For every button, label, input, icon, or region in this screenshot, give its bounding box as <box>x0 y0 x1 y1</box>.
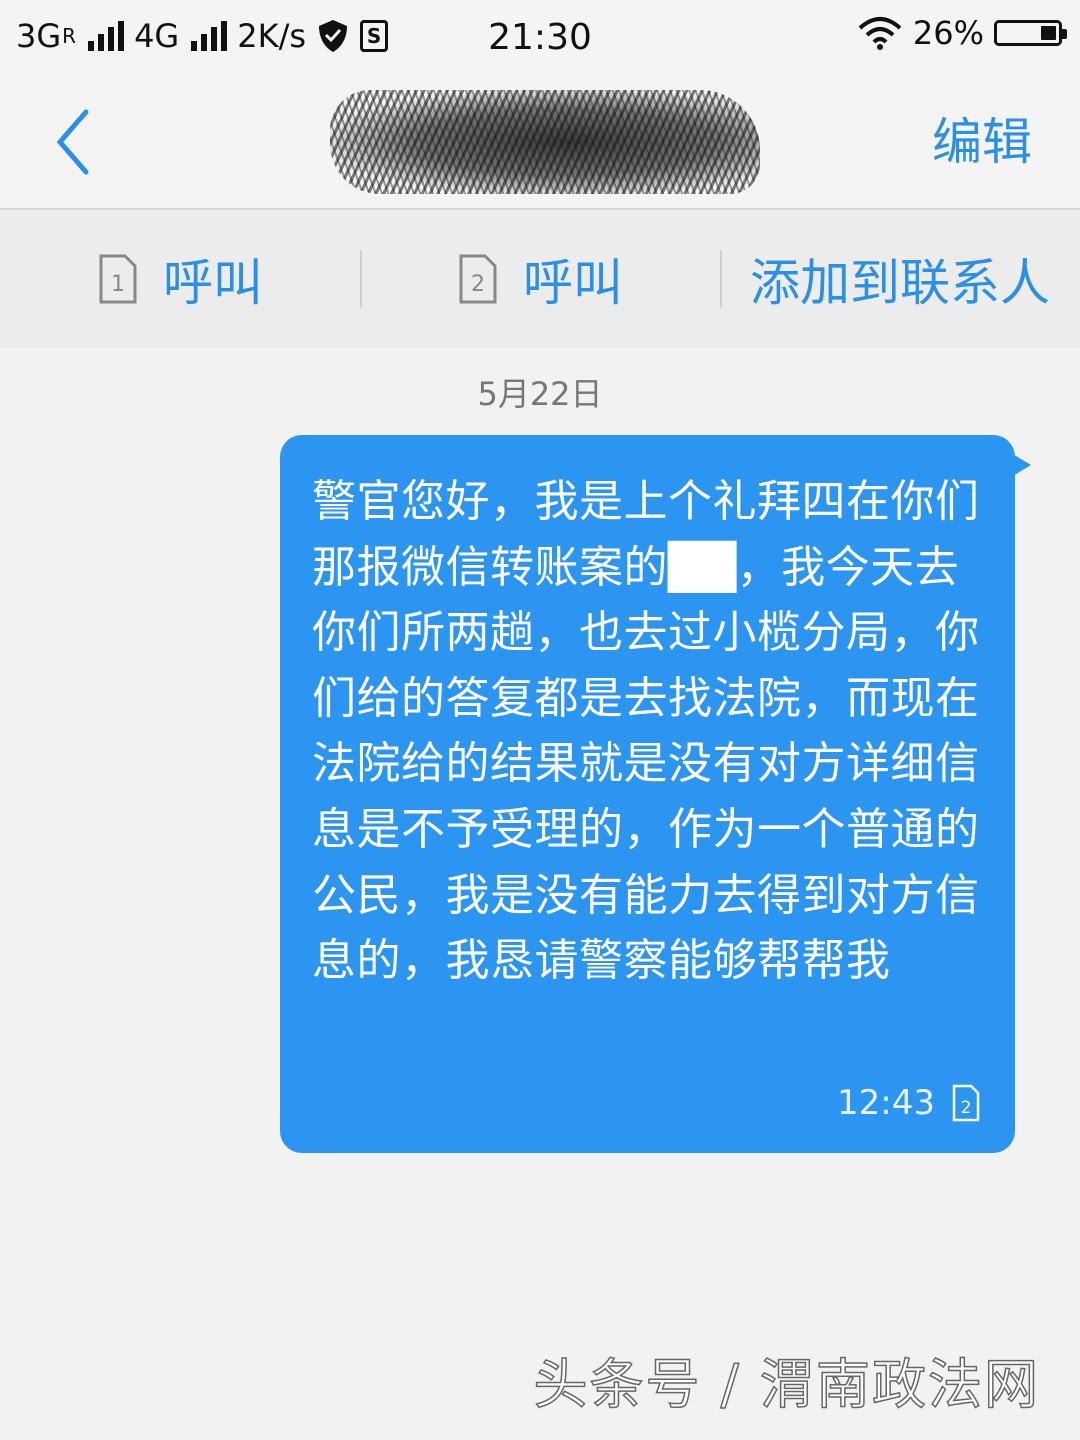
call-sim2-button[interactable]: 2 呼叫 <box>360 210 720 348</box>
status-bar: 3GR 4G 2K/s S 21:30 26% <box>0 0 1080 76</box>
svg-text:2: 2 <box>961 1098 972 1118</box>
battery-fill <box>1041 26 1056 40</box>
message-bubble[interactable]: 警官您好，我是上个礼拜四在你们那报微信转账案的██，我今天去你们所两趟，也去过小… <box>280 435 1031 1153</box>
date-separator: 5月22日 <box>477 375 603 413</box>
action-bar: 1 呼叫 2 呼叫 添加到联系人 <box>0 210 1080 348</box>
svg-text:2: 2 <box>471 272 485 297</box>
add-to-contacts-label: 添加到联系人 <box>750 254 1050 312</box>
sim-card-2-icon: 2 <box>459 254 497 304</box>
message-text: 警官您好，我是上个礼拜四在你们那报微信转账案的██，我今天去你们所两趟，也去过小… <box>312 476 980 987</box>
sim-card-1-icon: 1 <box>99 254 137 304</box>
add-to-contacts-button[interactable]: 添加到联系人 <box>720 210 1080 348</box>
conversation-header: ████████ 编辑 <box>0 76 1080 210</box>
chevron-left-icon <box>56 109 89 175</box>
battery-icon <box>994 20 1067 46</box>
watermark: 头条号 / 渭南政法网 <box>533 1352 1040 1417</box>
wifi-icon <box>858 17 902 50</box>
message-time: 12:43 <box>837 1083 935 1123</box>
call-sim1-button[interactable]: 1 呼叫 <box>0 210 360 348</box>
sim-card-2-icon: 2 <box>952 1084 980 1122</box>
call-sim1-label: 呼叫 <box>163 254 263 312</box>
message-meta: 12:43 2 <box>837 1083 981 1123</box>
status-right: 26% <box>857 14 1067 52</box>
contact-name-redacted: ████████ <box>330 90 760 194</box>
bubble-tail <box>1011 453 1031 477</box>
svg-text:1: 1 <box>111 272 125 297</box>
edit-button[interactable]: 编辑 <box>932 112 1032 172</box>
battery-percent: 26% <box>912 14 984 52</box>
back-button[interactable] <box>40 104 110 180</box>
call-sim2-label: 呼叫 <box>523 254 623 312</box>
